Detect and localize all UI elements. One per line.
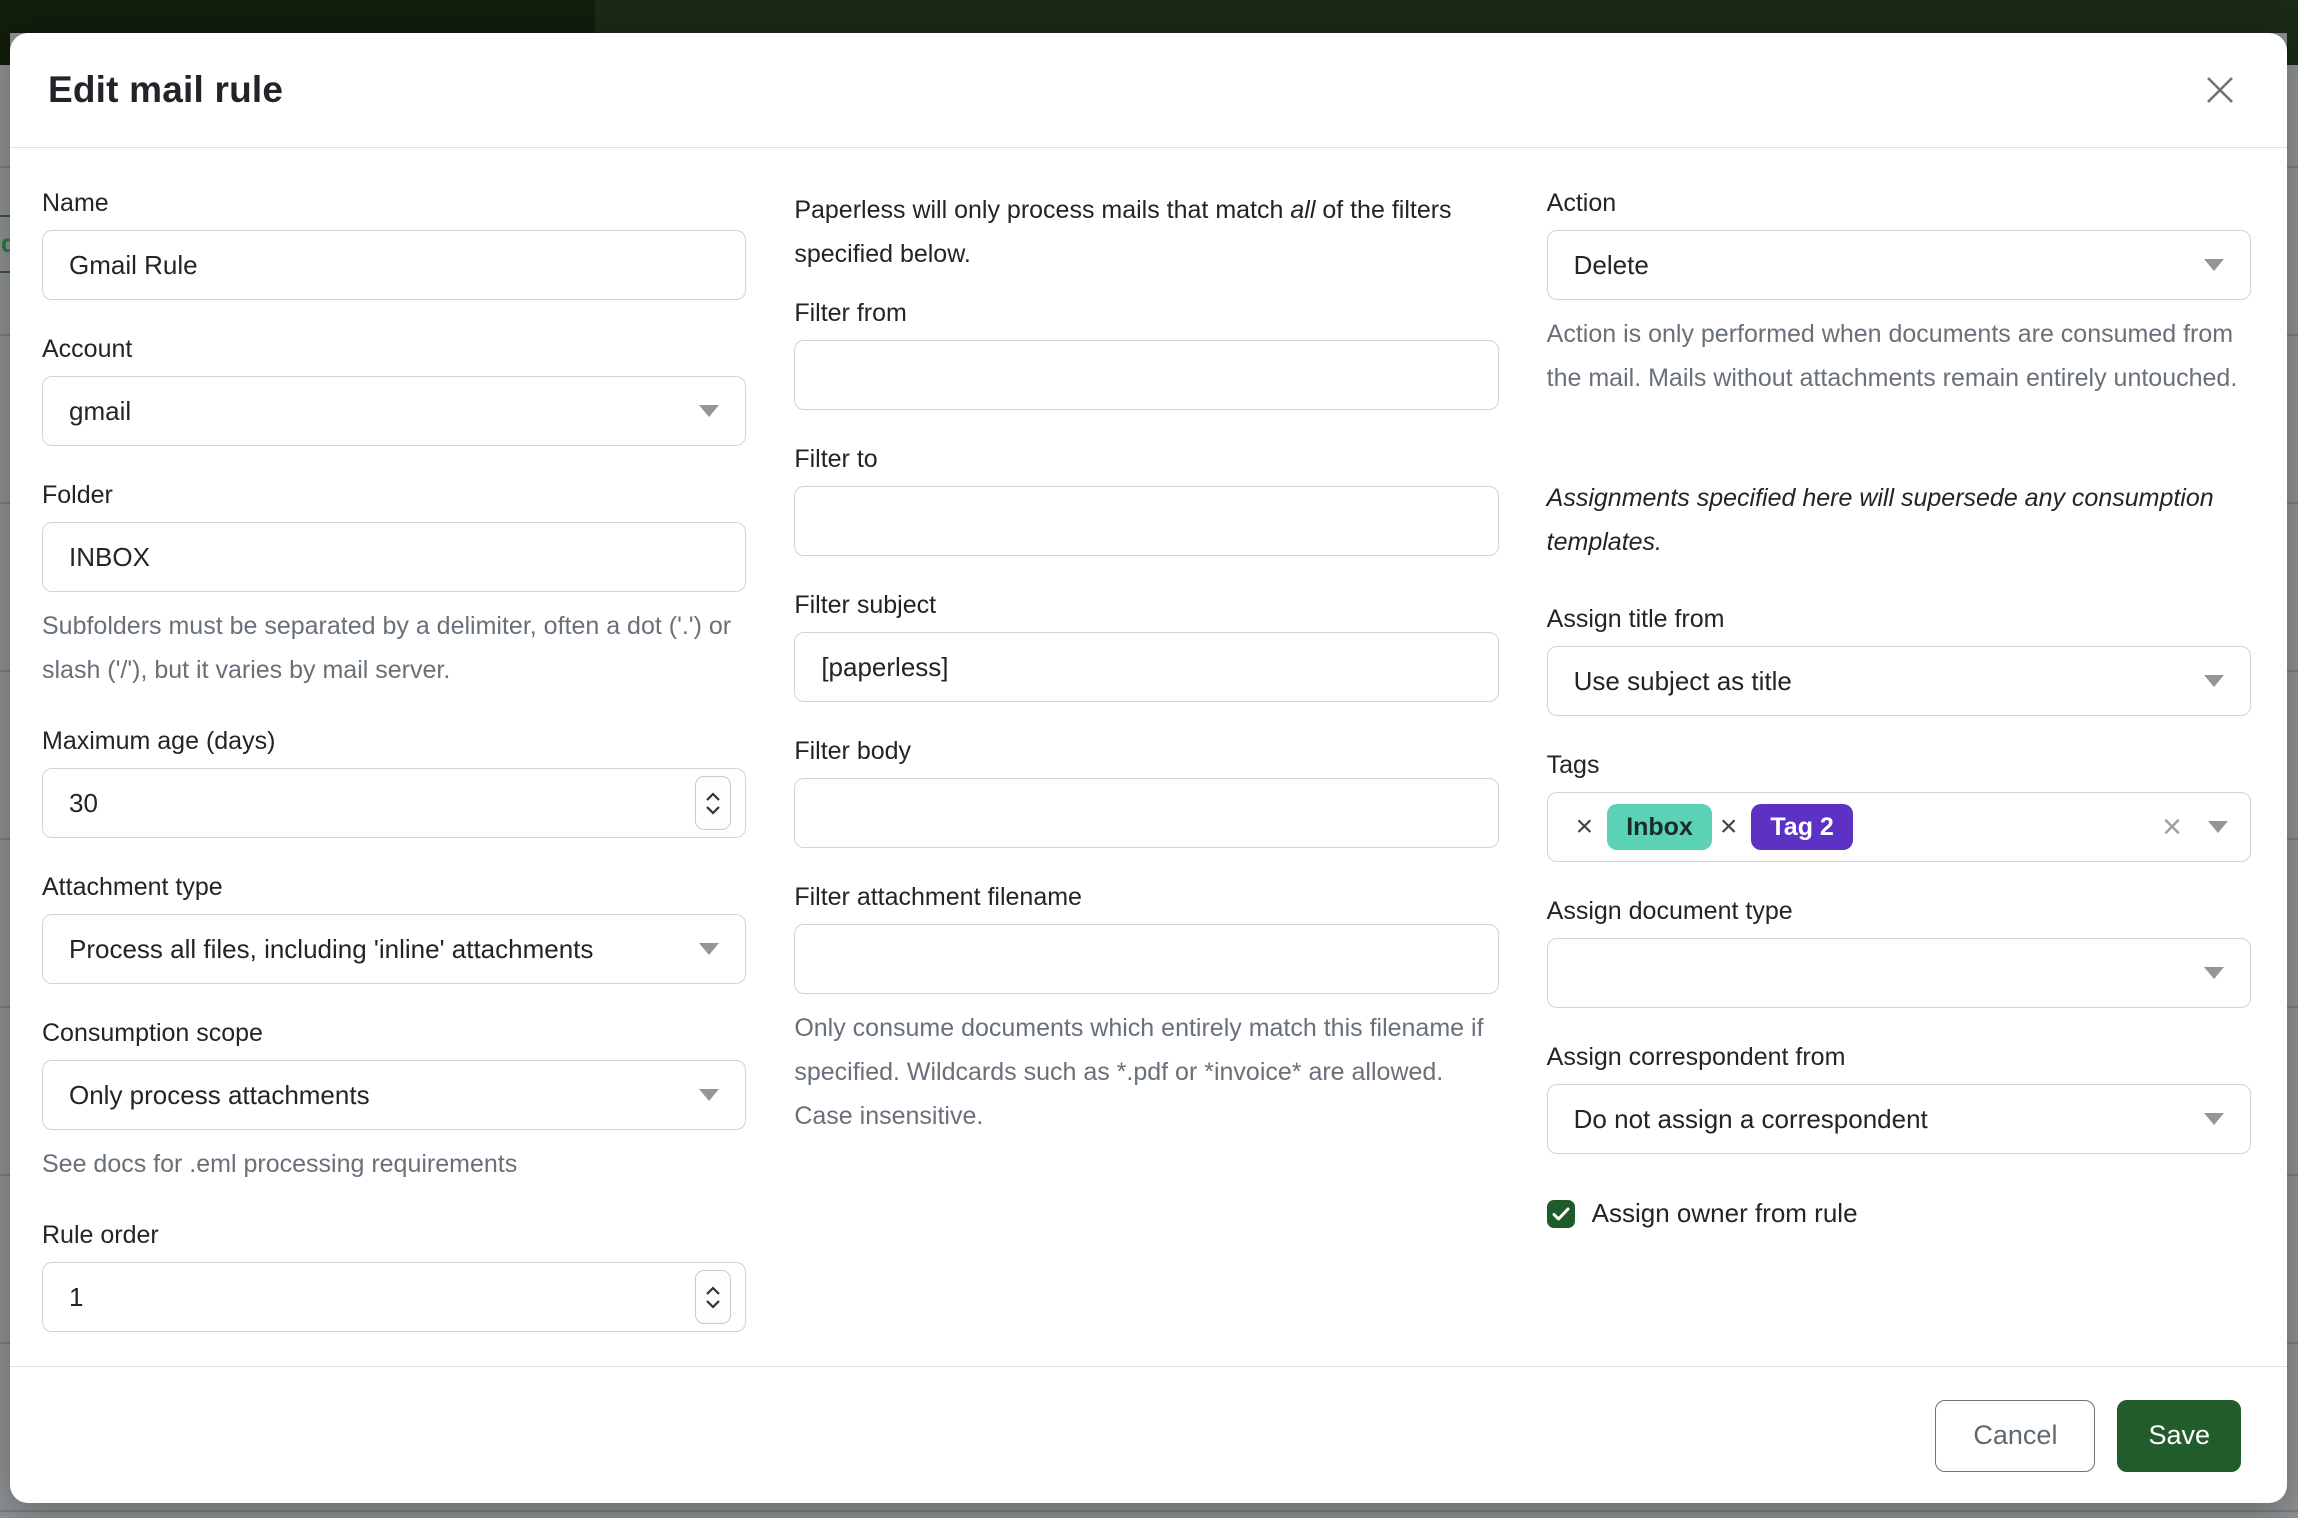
assign-title-from-select[interactable]: Use subject as title xyxy=(1547,646,2251,716)
assign-owner-checkbox[interactable] xyxy=(1547,1200,1575,1228)
folder-help-text: Subfolders must be separated by a delimi… xyxy=(42,604,746,692)
dialog-body: Name Account gmail Folder Subfolders mus… xyxy=(10,148,2287,1366)
column-actions: Action Delete Action is only performed w… xyxy=(1547,188,2251,1366)
filter-subject-label: Filter subject xyxy=(794,590,1498,620)
filter-body-label: Filter body xyxy=(794,736,1498,766)
close-button[interactable] xyxy=(2197,67,2243,113)
dialog-footer: Cancel Save xyxy=(10,1366,2287,1504)
assign-document-type-label: Assign document type xyxy=(1547,896,2251,926)
rule-order-stepper[interactable]: 1 xyxy=(42,1262,746,1332)
action-select-value: Delete xyxy=(1574,250,1649,281)
filter-from-input[interactable] xyxy=(794,340,1498,410)
account-select[interactable]: gmail xyxy=(42,376,746,446)
assign-correspondent-from-select-value: Do not assign a correspondent xyxy=(1574,1104,1928,1135)
name-input[interactable] xyxy=(42,230,746,300)
app-top-bar xyxy=(0,0,2298,33)
consumption-scope-select-value: Only process attachments xyxy=(69,1080,370,1111)
dialog-title: Edit mail rule xyxy=(48,69,283,111)
assign-owner-row: Assign owner from rule xyxy=(1547,1198,2251,1229)
filter-subject-input[interactable] xyxy=(794,632,1498,702)
consumption-scope-label: Consumption scope xyxy=(42,1018,746,1048)
filters-intro-text: Paperless will only process mails that m… xyxy=(794,188,1498,276)
edit-mail-rule-dialog: Edit mail rule Name Account gmail xyxy=(10,33,2287,1503)
chevron-down-icon xyxy=(2208,821,2228,833)
tags-multiselect[interactable]: ×Inbox×Tag 2 × xyxy=(1547,792,2251,862)
max-age-label: Maximum age (days) xyxy=(42,726,746,756)
account-label: Account xyxy=(42,334,746,364)
chevron-down-icon xyxy=(2204,675,2224,687)
tags-selected: ×Inbox×Tag 2 xyxy=(1568,804,2162,850)
filter-attachment-filename-help-text: Only consume documents which entirely ma… xyxy=(794,1006,1498,1138)
remove-tag-icon[interactable]: × xyxy=(1568,812,1608,842)
dialog-header: Edit mail rule xyxy=(10,33,2287,148)
column-general: Name Account gmail Folder Subfolders mus… xyxy=(42,188,746,1366)
filter-attachment-filename-input[interactable] xyxy=(794,924,1498,994)
attachment-type-label: Attachment type xyxy=(42,872,746,902)
close-icon xyxy=(2203,73,2237,107)
filter-to-input[interactable] xyxy=(794,486,1498,556)
chevron-down-icon xyxy=(2204,1113,2224,1125)
chevron-down-icon xyxy=(699,405,719,417)
name-label: Name xyxy=(42,188,746,218)
chevron-down-icon xyxy=(2204,967,2224,979)
remove-tag-icon[interactable]: × xyxy=(1712,812,1752,842)
action-help-text: Action is only performed when documents … xyxy=(1547,312,2251,400)
spin-buttons-icon[interactable] xyxy=(695,1270,731,1324)
filter-to-label: Filter to xyxy=(794,444,1498,474)
cancel-button[interactable]: Cancel xyxy=(1935,1400,2095,1472)
spin-buttons-icon[interactable] xyxy=(695,776,731,830)
consumption-scope-help-text: See docs for .eml processing requirement… xyxy=(42,1142,746,1186)
filter-from-label: Filter from xyxy=(794,298,1498,328)
attachment-type-select[interactable]: Process all files, including 'inline' at… xyxy=(42,914,746,984)
rule-order-label: Rule order xyxy=(42,1220,746,1250)
consumption-scope-select[interactable]: Only process attachments xyxy=(42,1060,746,1130)
assign-correspondent-from-select[interactable]: Do not assign a correspondent xyxy=(1547,1084,2251,1154)
action-select[interactable]: Delete xyxy=(1547,230,2251,300)
assignments-note: Assignments specified here will supersed… xyxy=(1547,476,2251,564)
filter-attachment-filename-label: Filter attachment filename xyxy=(794,882,1498,912)
account-select-value: gmail xyxy=(69,396,131,427)
max-age-value: 30 xyxy=(69,788,98,819)
assign-correspondent-from-label: Assign correspondent from xyxy=(1547,1042,2251,1072)
attachment-type-select-value: Process all files, including 'inline' at… xyxy=(69,934,593,965)
assign-title-from-label: Assign title from xyxy=(1547,604,2251,634)
chevron-down-icon xyxy=(699,1089,719,1101)
chevron-down-icon xyxy=(2204,259,2224,271)
tags-label: Tags xyxy=(1547,750,2251,780)
assign-owner-label: Assign owner from rule xyxy=(1592,1198,1858,1229)
action-label: Action xyxy=(1547,188,2251,218)
tag-pill[interactable]: Tag 2 xyxy=(1751,804,1852,850)
check-icon xyxy=(1552,1207,1570,1221)
chevron-down-icon xyxy=(699,943,719,955)
folder-label: Folder xyxy=(42,480,746,510)
max-age-stepper[interactable]: 30 xyxy=(42,768,746,838)
folder-input[interactable] xyxy=(42,522,746,592)
save-button[interactable]: Save xyxy=(2117,1400,2241,1472)
clear-tags-icon[interactable]: × xyxy=(2162,810,2182,844)
assign-document-type-select[interactable] xyxy=(1547,938,2251,1008)
filter-body-input[interactable] xyxy=(794,778,1498,848)
background-page-edge: d xyxy=(0,215,10,273)
assign-title-from-select-value: Use subject as title xyxy=(1574,666,1792,697)
tag-pill[interactable]: Inbox xyxy=(1607,804,1712,850)
column-filters: Paperless will only process mails that m… xyxy=(794,188,1498,1366)
rule-order-value: 1 xyxy=(69,1282,83,1313)
